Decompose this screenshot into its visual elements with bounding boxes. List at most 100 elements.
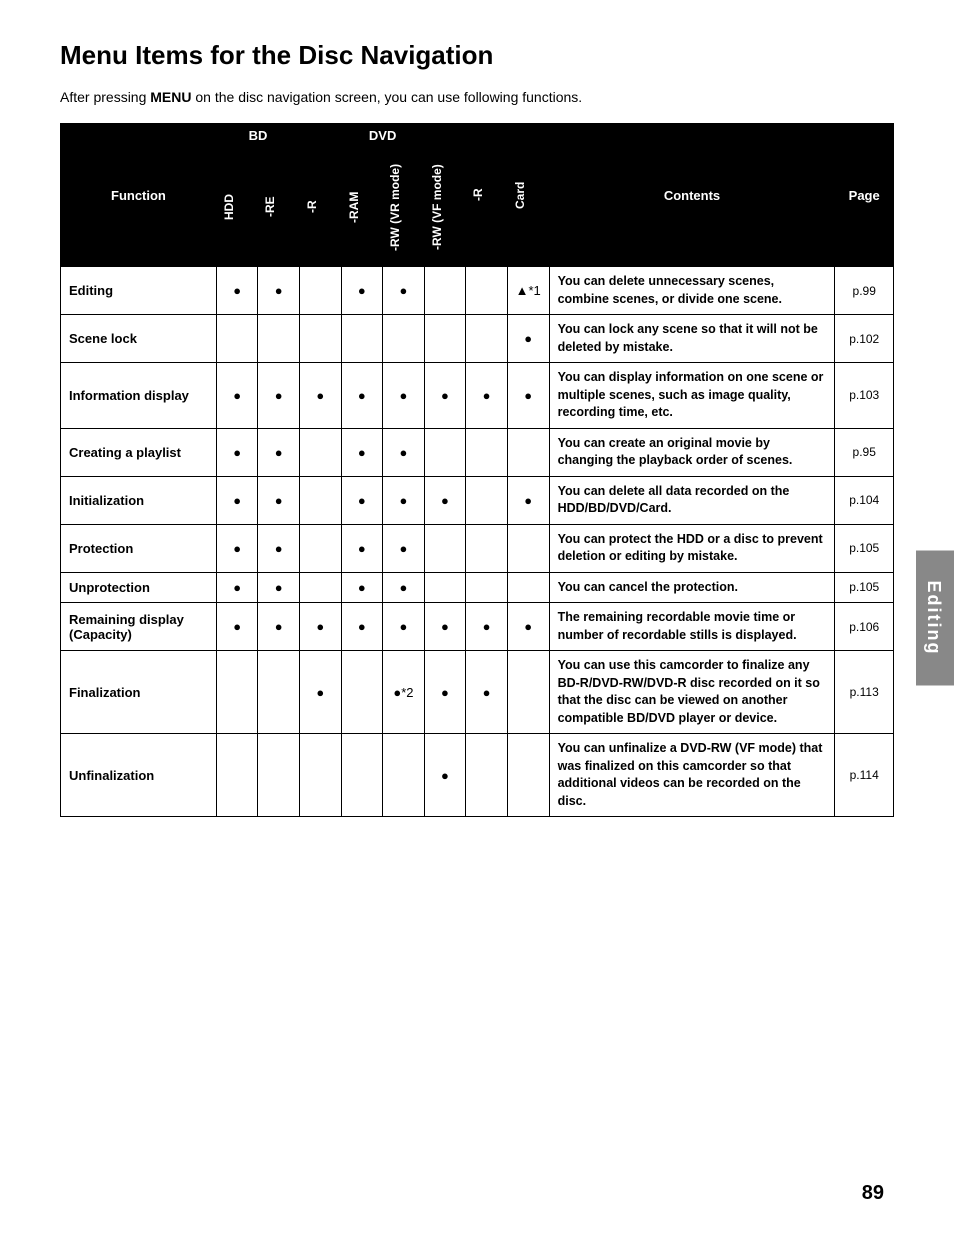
dot-cell (216, 734, 258, 817)
page-cell: p.104 (835, 476, 894, 524)
table-row: Editing●●●●▲*1You can delete unnecessary… (61, 267, 894, 315)
dot-cell: ● (258, 267, 300, 315)
contents-cell: You can delete all data recorded on the … (549, 476, 835, 524)
dot-cell: ● (466, 651, 508, 734)
dot-cell (466, 734, 508, 817)
dot-cell: ● (383, 428, 425, 476)
table-row: Protection●●●●You can protect the HDD or… (61, 524, 894, 572)
dot-cell (300, 524, 342, 572)
page-cell: p.102 (835, 315, 894, 363)
re-header: -RE (258, 148, 300, 267)
table-row: Initialization●●●●●●You can delete all d… (61, 476, 894, 524)
table-row: Information display●●●●●●●●You can displ… (61, 363, 894, 429)
page-header: Page (835, 124, 894, 267)
dot-cell: ● (216, 524, 258, 572)
dot-cell: ● (424, 476, 466, 524)
rw-vr-header: -RW (VR mode) (383, 148, 425, 267)
dot-cell: ● (383, 267, 425, 315)
dot-cell (507, 651, 549, 734)
dot-cell: ● (507, 363, 549, 429)
dot-cell: ● (216, 603, 258, 651)
card-header: Card (507, 124, 549, 267)
dot-cell (300, 428, 342, 476)
r1-header: -R (300, 148, 342, 267)
dot-cell (341, 651, 383, 734)
dot-cell: ● (341, 363, 383, 429)
dot-cell: ● (341, 524, 383, 572)
dot-cell (300, 734, 342, 817)
dot-cell: ▲*1 (507, 267, 549, 315)
dot-cell: ● (258, 363, 300, 429)
dot-cell (216, 651, 258, 734)
function-cell: Unprotection (61, 572, 217, 603)
dot-cell (300, 267, 342, 315)
dot-cell: ● (341, 572, 383, 603)
page-cell: p.105 (835, 524, 894, 572)
dot-cell (424, 524, 466, 572)
contents-cell: You can lock any scene so that it will n… (549, 315, 835, 363)
dot-cell (466, 572, 508, 603)
r2-header: -R (466, 124, 508, 267)
dot-cell: ● (258, 572, 300, 603)
dot-cell: ● (258, 524, 300, 572)
page-cell: p.105 (835, 572, 894, 603)
function-cell: Information display (61, 363, 217, 429)
dot-cell (507, 524, 549, 572)
bd-group-header: BD (216, 124, 299, 148)
ram-header: -RAM (341, 148, 383, 267)
dot-cell (258, 651, 300, 734)
dot-cell: ● (507, 603, 549, 651)
table-row: Finalization●●*2●●You can use this camco… (61, 651, 894, 734)
contents-cell: You can use this camcorder to finalize a… (549, 651, 835, 734)
function-cell: Initialization (61, 476, 217, 524)
dot-cell (466, 267, 508, 315)
dot-cell: ● (383, 603, 425, 651)
dot-cell (300, 476, 342, 524)
page-cell: p.113 (835, 651, 894, 734)
dot-cell: ● (466, 603, 508, 651)
dot-cell (341, 734, 383, 817)
dot-cell: ● (216, 572, 258, 603)
contents-cell: The remaining recordable movie time or n… (549, 603, 835, 651)
dot-cell: ● (300, 363, 342, 429)
hdd-header: HDD (216, 148, 258, 267)
dot-cell: ● (216, 363, 258, 429)
function-cell: Finalization (61, 651, 217, 734)
dot-cell: ● (507, 476, 549, 524)
dot-cell (216, 315, 258, 363)
dot-cell: ● (341, 603, 383, 651)
dot-cell: ● (383, 524, 425, 572)
rw-vf-header: -RW (VF mode) (424, 148, 466, 267)
dot-cell (383, 315, 425, 363)
contents-cell: You can cancel the protection. (549, 572, 835, 603)
contents-cell: You can delete unnecessary scenes, combi… (549, 267, 835, 315)
table-row: Unprotection●●●●You can cancel the prote… (61, 572, 894, 603)
page-number: 89 (862, 1182, 884, 1205)
dot-cell (424, 428, 466, 476)
dot-cell: ● (466, 363, 508, 429)
dot-cell (424, 267, 466, 315)
function-cell: Remaining display (Capacity) (61, 603, 217, 651)
dot-cell: ● (424, 363, 466, 429)
dot-cell: ● (341, 476, 383, 524)
dot-cell: ● (258, 428, 300, 476)
contents-header: Contents (549, 124, 835, 267)
dot-cell: ●*2 (383, 651, 425, 734)
dot-cell: ● (424, 734, 466, 817)
dvd-group-header: DVD (300, 124, 466, 148)
dot-cell: ● (300, 603, 342, 651)
dot-cell (466, 428, 508, 476)
dot-cell (507, 428, 549, 476)
dot-cell: ● (383, 363, 425, 429)
dot-cell (466, 315, 508, 363)
dot-cell: ● (216, 267, 258, 315)
page-title: Menu Items for the Disc Navigation (60, 40, 894, 71)
dot-cell (383, 734, 425, 817)
dot-cell: ● (216, 476, 258, 524)
dot-cell: ● (258, 476, 300, 524)
dot-cell (258, 734, 300, 817)
dot-cell (300, 572, 342, 603)
dot-cell: ● (383, 476, 425, 524)
dot-cell: ● (424, 651, 466, 734)
dot-cell (507, 572, 549, 603)
